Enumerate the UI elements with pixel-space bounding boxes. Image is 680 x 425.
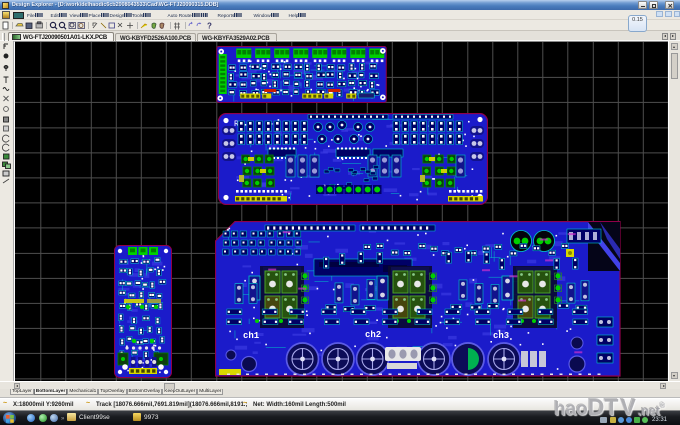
svg-text:ch1: ch1 [243, 331, 260, 341]
svg-text:ch3: ch3 [493, 331, 509, 341]
svg-text:?: ? [207, 22, 212, 31]
svg-text:ch2: ch2 [365, 330, 381, 340]
